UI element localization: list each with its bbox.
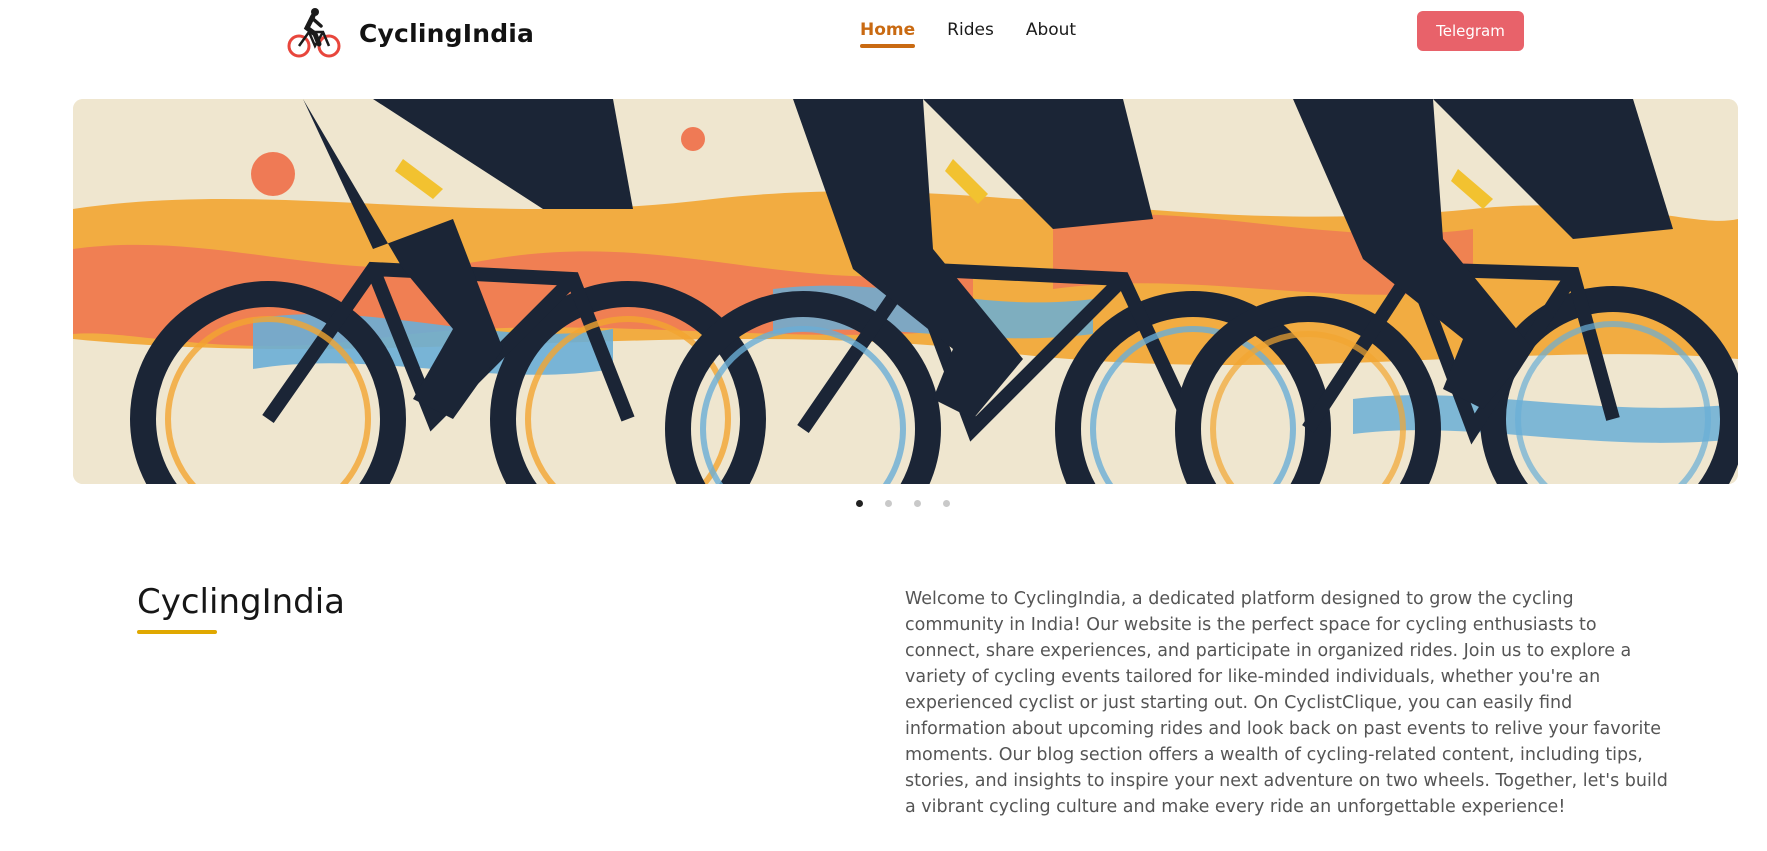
- hero-carousel[interactable]: [73, 99, 1738, 484]
- carousel-dot-4[interactable]: [943, 500, 950, 507]
- about-title: CyclingIndia: [137, 582, 346, 622]
- hero-cyclists-illustration: [73, 99, 1738, 484]
- carousel-dot-1[interactable]: [856, 500, 863, 507]
- carousel-dot-3[interactable]: [914, 500, 921, 507]
- nav-item-rides[interactable]: Rides: [947, 20, 994, 48]
- nav-item-about[interactable]: About: [1026, 20, 1076, 48]
- telegram-button[interactable]: Telegram: [1417, 11, 1524, 51]
- site-header: CyclingIndia Home Rides About Telegram: [0, 0, 1767, 70]
- carousel-dot-2[interactable]: [885, 500, 892, 507]
- main-nav: Home Rides About: [860, 20, 1076, 48]
- brand-name: CyclingIndia: [359, 18, 535, 48]
- cyclist-logo-icon: [287, 8, 341, 58]
- title-underline: [137, 630, 217, 634]
- about-description: Welcome to CyclingIndia, a dedicated pla…: [905, 589, 1668, 817]
- nav-item-home[interactable]: Home: [860, 20, 916, 48]
- brand-link[interactable]: CyclingIndia: [285, 6, 534, 60]
- carousel-indicators: [856, 500, 950, 507]
